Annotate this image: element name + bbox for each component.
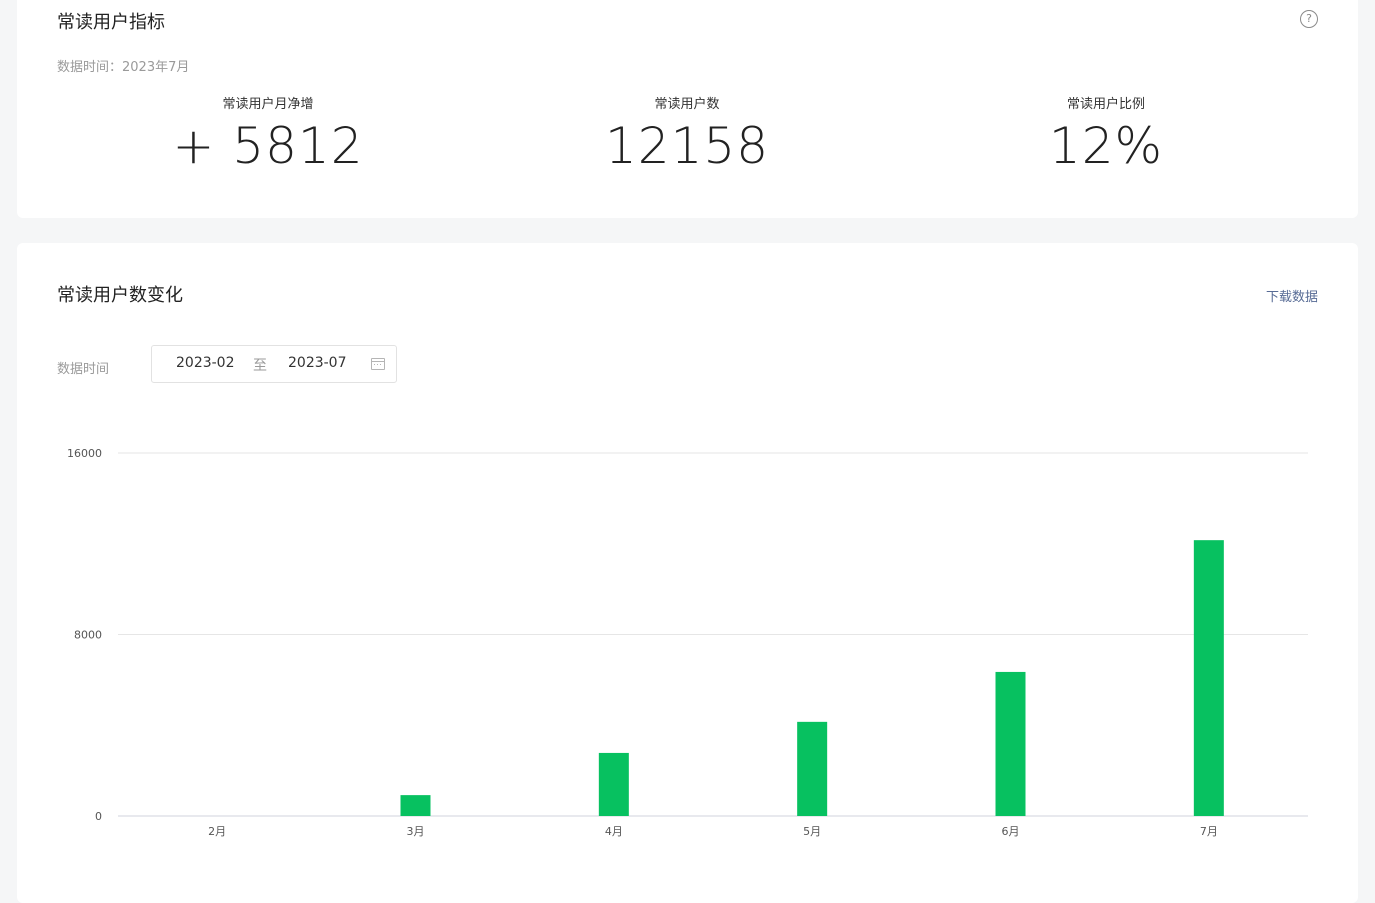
y-tick-label: 0 — [95, 810, 102, 823]
x-tick-label: 3月 — [407, 825, 425, 838]
bar-5月[interactable] — [797, 721, 828, 816]
y-tick-label: 8000 — [74, 629, 102, 642]
bar-7月[interactable] — [1193, 540, 1224, 816]
user-count-bar-chart: 0 8000 16000 2月 3月 4月 5月 6月 7月 — [67, 447, 1308, 838]
y-tick-label: 16000 — [67, 447, 102, 460]
bar-4月[interactable] — [598, 752, 629, 816]
x-tick-label: 4月 — [605, 825, 623, 838]
bar-6月[interactable] — [995, 671, 1026, 816]
x-tick-label: 5月 — [803, 825, 821, 838]
x-tick-label: 2月 — [208, 825, 226, 838]
x-tick-label: 7月 — [1200, 825, 1218, 838]
bar-3月[interactable] — [400, 795, 431, 816]
x-tick-label: 6月 — [1002, 825, 1020, 838]
